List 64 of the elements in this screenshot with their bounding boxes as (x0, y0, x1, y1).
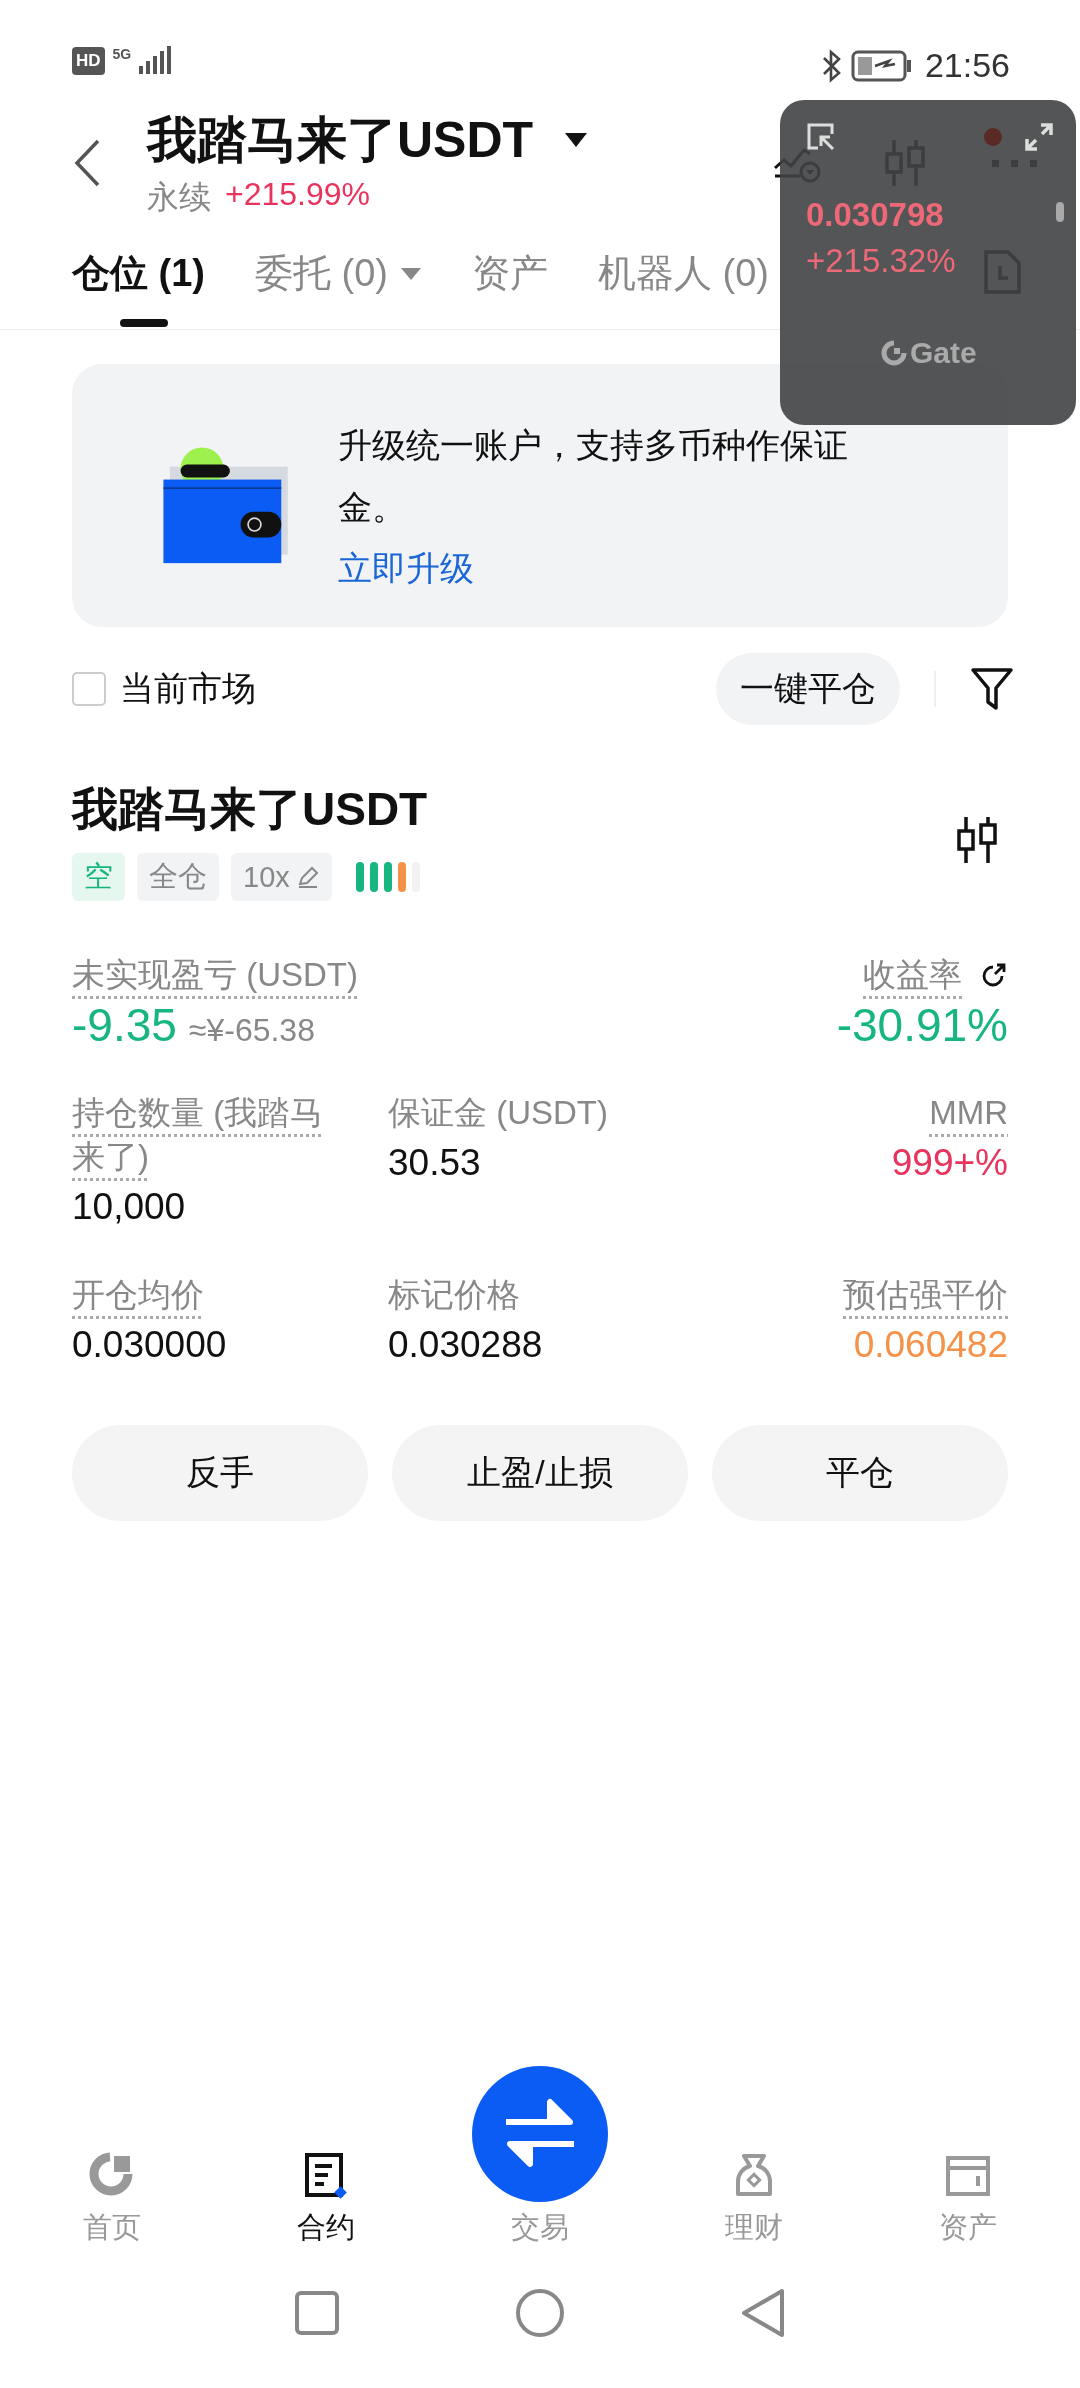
expand-icon[interactable] (1024, 122, 1054, 152)
recents-icon[interactable] (294, 2290, 340, 2336)
page-title[interactable]: 我踏马来了USDT (147, 106, 534, 174)
bluetooth-icon (820, 48, 843, 83)
stat-value: 30.53 (388, 1141, 481, 1185)
nav-tab[interactable]: 合约 (297, 2208, 355, 2248)
stat-label[interactable]: MMR (929, 1091, 1008, 1135)
back-nav-icon[interactable] (740, 2288, 786, 2338)
filter-icon[interactable] (970, 666, 1014, 712)
share-icon[interactable] (980, 961, 1008, 989)
widget-logo: Gate (910, 336, 977, 370)
hd-badge: HD (72, 47, 105, 75)
stat-value: 0.030000 (72, 1323, 227, 1367)
stat-value: 0.060482 (853, 1323, 1008, 1367)
stat-label[interactable]: 未实现盈亏 (USDT) (72, 953, 358, 997)
tab[interactable]: 机器人 (0) (598, 218, 769, 329)
position-tag: 空 (72, 853, 125, 901)
upgrade-link[interactable]: 立即升级 (338, 545, 898, 592)
action-button[interactable]: 反手 (72, 1425, 368, 1521)
clock-time: 21:56 (924, 46, 1010, 85)
back-icon[interactable] (72, 138, 102, 188)
action-button[interactable]: 平仓 (712, 1425, 1008, 1521)
stat-label: 标记价格 (388, 1275, 520, 1315)
battery-icon (850, 49, 913, 82)
widget-price: 0.030798 (806, 196, 945, 234)
position-tag: 全仓 (137, 853, 219, 901)
stat-label[interactable]: 开仓均价 (72, 1273, 204, 1317)
floating-price-dialog[interactable]: 0.030798 +215.32% Gate (780, 100, 1076, 425)
swap-button[interactable] (470, 2064, 610, 2204)
network-label: 5G (112, 46, 132, 62)
tab[interactable]: 资产 (472, 218, 548, 329)
nav-tab[interactable]: 交易 (511, 2208, 569, 2248)
nav-tab[interactable]: 资产 (939, 2208, 997, 2248)
nav-tab[interactable]: 首页 (83, 2208, 141, 2248)
stat-value: -30.91% (836, 998, 1008, 1053)
stat-value: -9.35 (72, 998, 177, 1053)
widget-change: +215.32% (806, 242, 957, 280)
tab[interactable]: 仓位 (1) (72, 218, 205, 329)
contract-type: 永续 (147, 177, 211, 217)
scroll-handle[interactable] (1056, 202, 1064, 222)
close-all-button[interactable]: 一键平仓 (716, 653, 900, 725)
converted-value: ≈¥-65.38 (188, 1012, 315, 1049)
notification-dot (984, 128, 1002, 146)
stat-value: 10,000 (72, 1185, 186, 1229)
price-change: +215.99% (225, 175, 370, 214)
home-button-icon[interactable] (515, 2288, 565, 2338)
position-tag[interactable]: 10x (231, 853, 332, 901)
stat-value: 999+% (891, 1141, 1008, 1185)
banner-message: 升级统一账户，支持多币种作保证金。 (338, 424, 849, 528)
document-icon[interactable] (302, 2152, 350, 2200)
nav-tab[interactable]: 理财 (725, 2208, 783, 2248)
stat-label[interactable]: 持仓数量 (我踏马来了) (72, 1091, 352, 1179)
position-title: 我踏马来了USDT (72, 782, 428, 837)
stat-value: 0.030288 (388, 1323, 543, 1367)
stat-label[interactable]: 预估强平价 (843, 1273, 1008, 1317)
tab[interactable]: 委托 (0) (255, 218, 422, 329)
dropdown-caret-icon[interactable] (563, 131, 590, 149)
checkbox[interactable] (72, 672, 106, 706)
action-button[interactable]: 止盈/止损 (392, 1425, 688, 1521)
collapse-icon[interactable] (806, 122, 836, 152)
stat-label: 保证金 (USDT) (388, 1093, 608, 1133)
signal-icon (139, 46, 174, 76)
stat-label[interactable]: 收益率 (863, 953, 962, 997)
checkbox-label[interactable]: 当前市场 (120, 666, 256, 712)
